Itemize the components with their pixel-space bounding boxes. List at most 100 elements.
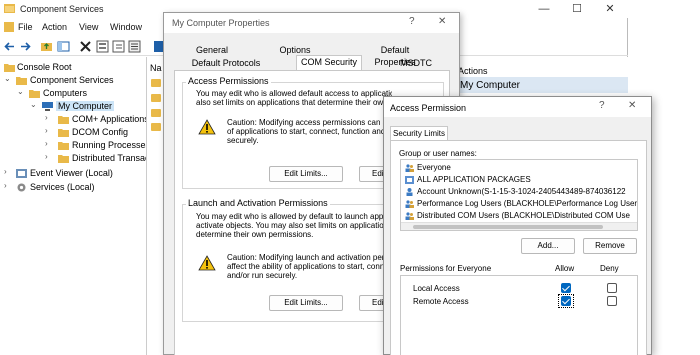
launch-caution-line3: and/or run securely. (227, 271, 298, 280)
tab-com-security[interactable]: COM Security (296, 55, 362, 71)
list-view-icon[interactable] (128, 40, 141, 53)
tree-item-label: Distributed Transaction Coordinator (72, 153, 146, 163)
folder-icon (58, 129, 69, 137)
minimize-icon[interactable]: — (530, 2, 558, 16)
remote-access-allow-checkbox[interactable] (561, 296, 571, 306)
permission-row-remote-access: Remote Access (401, 294, 637, 308)
actions-selected-item[interactable]: My Computer (452, 77, 628, 93)
tree-item-label: DCOM Config (72, 127, 129, 137)
collapse-chevron-icon[interactable]: ⌄ (4, 74, 12, 83)
allow-column-header: Allow (555, 264, 575, 273)
services-gear-icon (17, 183, 26, 192)
folder-icon[interactable] (151, 94, 161, 102)
remote-access-deny-checkbox[interactable] (607, 296, 617, 306)
folder-icon[interactable] (151, 79, 161, 87)
tree-item-my-computer[interactable]: ⌄ My Computer (0, 100, 146, 113)
dialog-title: My Computer Properties (172, 18, 270, 28)
access-description-line2: also set limits on applications that det… (196, 98, 392, 107)
access-caution-line3: securely. (227, 136, 259, 145)
tab-msdtc[interactable]: MSDTC (396, 57, 436, 70)
menu-action[interactable]: Action (42, 22, 67, 32)
tree-item-label: My Computer (56, 101, 115, 111)
access-caution-line2: of applications to start, connect, funct… (227, 127, 392, 136)
launch-edit-limits-button[interactable]: Edit Limits... (269, 295, 343, 311)
maximize-icon[interactable]: ☐ (563, 2, 591, 16)
help-icon[interactable]: ? (599, 100, 605, 111)
horizontal-scrollbar[interactable] (401, 222, 637, 230)
remove-button[interactable]: Remove (583, 238, 637, 254)
application-packages-icon (405, 176, 414, 184)
user-list[interactable]: Everyone ALL APPLICATION PACKAGES Accoun… (400, 159, 638, 231)
tree-item-label: Event Viewer (Local) (30, 168, 113, 178)
help-icon[interactable]: ? (409, 16, 415, 27)
expand-chevron-icon[interactable]: › (4, 181, 12, 190)
collapse-chevron-icon[interactable]: ⌄ (30, 100, 38, 109)
back-icon[interactable] (3, 40, 16, 53)
launch-description-line1: You may edit who is allowed by default t… (196, 212, 392, 221)
expand-chevron-icon[interactable]: › (4, 167, 12, 176)
access-permission-dialog: Access Permission ? ✕ Security Limits Gr… (383, 96, 652, 355)
user-label: ALL APPLICATION PACKAGES (417, 175, 531, 184)
add-button[interactable]: Add... (521, 238, 575, 254)
expand-chevron-icon[interactable]: › (45, 126, 53, 135)
name-column-header[interactable]: Na (150, 63, 162, 73)
tree-item-label: Console Root (17, 62, 72, 72)
local-access-allow-checkbox[interactable] (561, 283, 571, 293)
up-folder-icon[interactable] (40, 40, 53, 53)
collapse-chevron-icon[interactable]: ⌄ (17, 87, 25, 96)
expand-chevron-icon[interactable]: › (45, 139, 53, 148)
folder-icon (29, 90, 40, 98)
close-icon[interactable]: ✕ (438, 16, 446, 27)
folder-icon (58, 155, 69, 163)
menu-window[interactable]: Window (110, 22, 142, 32)
launch-description-line2: activate objects. You may also set limit… (196, 221, 392, 230)
launch-activation-title: Launch and Activation Permissions (186, 198, 330, 208)
launch-description-line3: determine their own permissions. (196, 230, 314, 239)
tab-security-limits[interactable]: Security Limits (390, 126, 448, 141)
local-access-deny-checkbox[interactable] (607, 283, 617, 293)
launch-caution-line2: affect the ability of applications to st… (227, 262, 392, 271)
access-edit-limits-button[interactable]: Edit Limits... (269, 166, 343, 182)
tab-default-protocols[interactable]: Default Protocols (190, 57, 262, 70)
delete-icon[interactable] (79, 40, 92, 53)
access-description-line1: You may edit who is allowed default acce… (196, 89, 392, 98)
expand-chevron-icon[interactable]: › (45, 113, 53, 122)
show-hide-tree-icon[interactable] (57, 40, 70, 53)
permissions-table: Local Access Remote Access (400, 275, 638, 355)
window-title: Component Services (20, 4, 104, 14)
event-viewer-icon (16, 169, 27, 178)
permissions-for-label: Permissions for Everyone (400, 264, 492, 273)
dialog-title: Access Permission (390, 103, 467, 113)
menu-file[interactable]: File (18, 22, 33, 32)
computer-icon (42, 102, 53, 111)
scrollbar-thumb[interactable] (413, 225, 603, 229)
component-services-icon (16, 77, 27, 85)
console-tree: Console Root ⌄ Component Services ⌄ Comp… (0, 57, 147, 355)
tree-item-label: Computers (43, 88, 88, 98)
access-permissions-title: Access Permissions (186, 76, 271, 86)
tab-general[interactable]: General (196, 44, 228, 57)
expand-chevron-icon[interactable]: › (45, 152, 53, 161)
user-label: Everyone (417, 163, 451, 172)
close-icon[interactable]: ✕ (628, 100, 636, 111)
close-icon[interactable]: ✕ (596, 2, 624, 16)
tree-item-label: Services (Local) (30, 182, 95, 192)
properties-icon[interactable] (96, 40, 109, 53)
folder-icon[interactable] (151, 109, 161, 117)
deny-column-header: Deny (600, 264, 619, 273)
component-services-icon (4, 4, 15, 13)
users-group-icon (405, 200, 414, 208)
folder-icon (4, 64, 15, 72)
forward-icon[interactable] (19, 40, 32, 53)
dialog-title-bar: Access Permission ? ✕ (384, 97, 651, 117)
tree-item-label: Running Processes (72, 140, 147, 150)
permission-label: Local Access (413, 284, 460, 293)
app-menu-icon[interactable] (4, 22, 14, 32)
menu-view[interactable]: View (79, 22, 98, 32)
user-label: Account Unknown(S-1-15-3-1024-2405443489… (417, 187, 626, 196)
folder-icon[interactable] (151, 123, 161, 131)
launch-caution-line1: Caution: Modifying launch and activation… (227, 253, 392, 262)
access-caution-line1: Caution: Modifying access permissions ca… (227, 118, 392, 127)
export-list-icon[interactable] (112, 40, 125, 53)
tab-default-properties[interactable]: Default Properties (360, 44, 430, 67)
